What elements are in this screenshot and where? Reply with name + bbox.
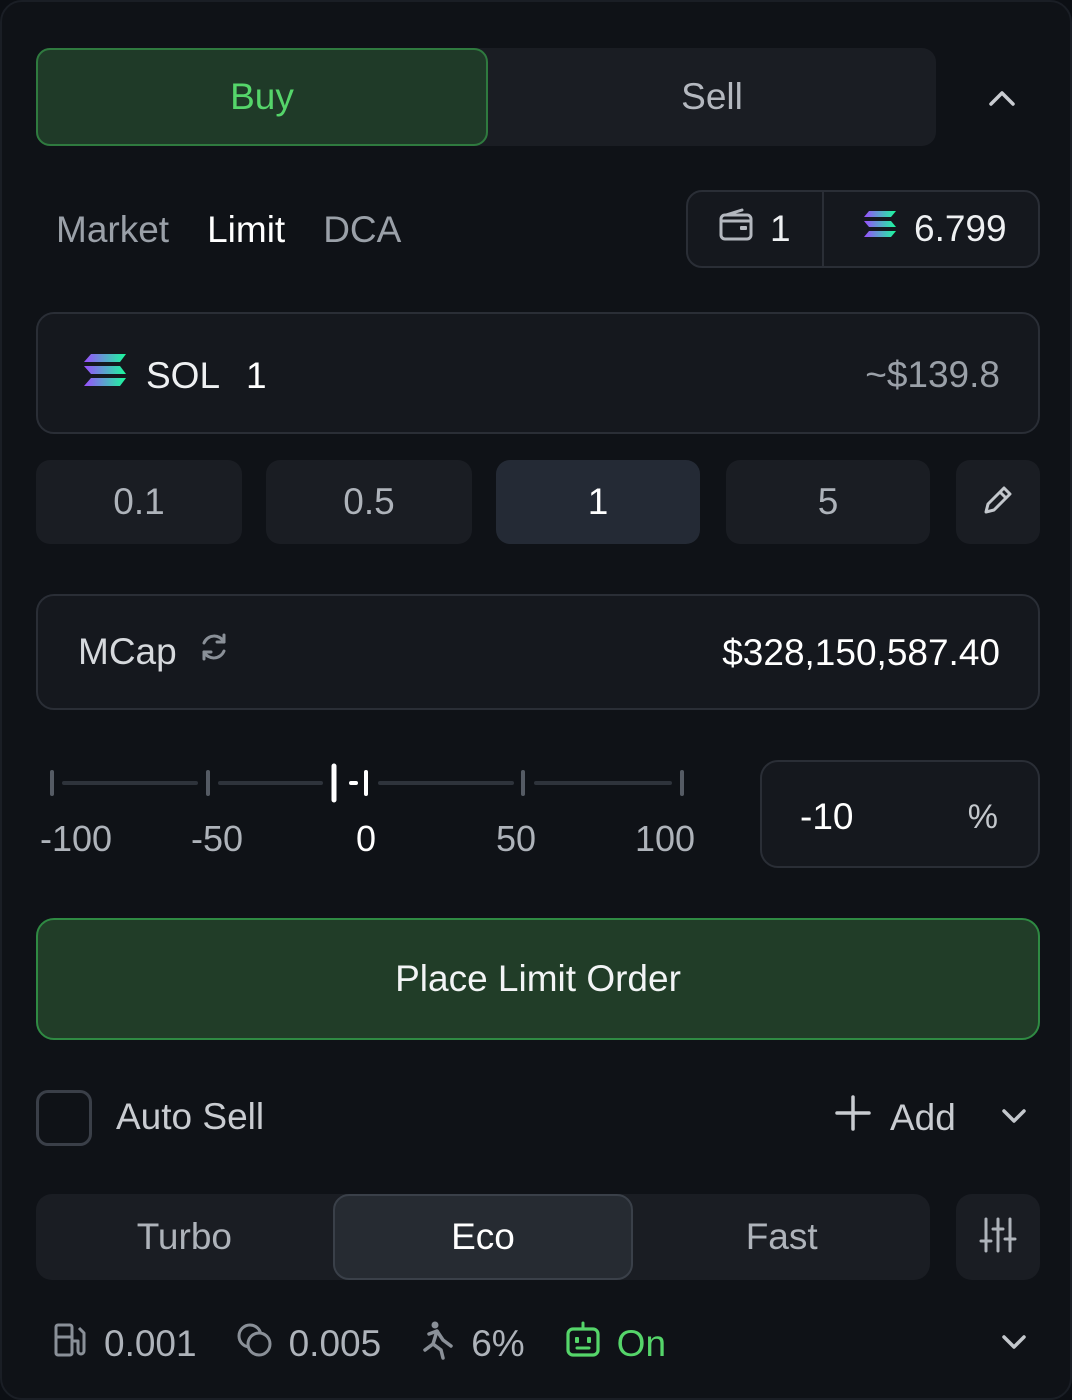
place-limit-order-button[interactable]: Place Limit Order — [36, 918, 1040, 1040]
add-auto-sell-button[interactable]: Add — [834, 1094, 956, 1141]
preset-amount-button[interactable]: 0.5 — [266, 460, 472, 544]
slippage-icon — [419, 1320, 457, 1369]
slider-tick-label: 0 — [355, 818, 377, 859]
gas-pump-icon — [52, 1321, 90, 1368]
chevron-down-icon[interactable] — [992, 1094, 1036, 1138]
order-type-tabs: Market Limit DCA — [56, 202, 401, 258]
speed-turbo-button[interactable]: Turbo — [36, 1194, 333, 1280]
auto-sell-checkbox[interactable] — [36, 1090, 92, 1146]
percent-value[interactable]: -10 — [800, 796, 853, 838]
mcap-label: MCap — [78, 630, 177, 672]
slippage-value: 6% — [471, 1323, 525, 1364]
slider-tick-label: 100 — [634, 818, 696, 859]
trade-settings-button[interactable] — [956, 1194, 1040, 1280]
tab-limit[interactable]: Limit — [207, 209, 285, 251]
wallet-count[interactable]: 1 — [688, 192, 824, 266]
refresh-icon[interactable] — [197, 630, 231, 673]
priority-fee-value: 0.005 — [288, 1323, 382, 1364]
amount-token: SOL 1 — [82, 352, 267, 399]
token-symbol: SOL — [146, 354, 221, 396]
solana-icon — [82, 352, 128, 399]
preset-amount-button[interactable]: 5 — [726, 460, 930, 544]
auto-sell-label: Auto Sell — [116, 1096, 265, 1137]
mev-protection: On — [563, 1321, 666, 1368]
slider-track[interactable] — [36, 762, 706, 812]
slider-tick-label: -50 — [190, 818, 244, 859]
speed-fast-button[interactable]: Fast — [633, 1194, 930, 1280]
add-label: Add — [890, 1096, 956, 1138]
tab-dca[interactable]: DCA — [323, 209, 401, 251]
sol-balance-value: 6.799 — [914, 208, 1007, 249]
amount-input[interactable]: SOL 1 ~$139.8 — [36, 312, 1040, 434]
pencil-icon — [980, 482, 1016, 523]
percent-unit: % — [967, 798, 998, 836]
buy-sell-toggle: Buy Sell — [36, 48, 936, 146]
preset-amount-button[interactable]: 0.1 — [36, 460, 242, 544]
wallet-count-label: 1 — [770, 208, 791, 249]
solana-icon — [862, 208, 898, 250]
chevron-up-icon[interactable] — [980, 76, 1024, 120]
gas-fee-value: 0.001 — [104, 1323, 197, 1364]
speed-toggle: Turbo Eco Fast — [36, 1194, 930, 1280]
slider-tick-label: 50 — [495, 818, 537, 859]
plus-icon — [834, 1094, 872, 1141]
buy-button[interactable]: Buy — [36, 48, 488, 146]
wallet-selector[interactable]: 1 6.799 — [686, 190, 1040, 268]
mcap-value[interactable]: $328,150,587.40 — [722, 632, 1000, 674]
trade-settings-summary: 0.001 0.005 6% On — [52, 1318, 704, 1370]
slippage: 6% — [419, 1320, 525, 1369]
edit-presets-button[interactable] — [956, 460, 1040, 544]
mev-status: On — [616, 1323, 667, 1364]
mcap-input[interactable]: MCap $328,150,587.40 — [36, 594, 1040, 710]
mcap-label-group: MCap — [78, 630, 231, 673]
chevron-down-icon[interactable] — [992, 1320, 1036, 1364]
amount-value[interactable]: 1 — [246, 355, 267, 397]
preset-amount-button[interactable]: 1 — [496, 460, 700, 544]
slider-tick-label: -100 — [39, 818, 113, 859]
percent-input[interactable]: -10 % — [760, 760, 1040, 868]
coins-icon — [235, 1321, 275, 1368]
robot-icon — [563, 1321, 603, 1368]
gas-fee: 0.001 — [52, 1321, 197, 1368]
trade-panel: Buy Sell Market Limit DCA 1 6.799 SOL 1 … — [0, 0, 1072, 1400]
speed-eco-button[interactable]: Eco — [332, 1194, 634, 1280]
amount-usd-value: ~$139.8 — [865, 354, 1000, 395]
tab-market[interactable]: Market — [56, 209, 169, 251]
priority-fee: 0.005 — [235, 1321, 382, 1368]
sol-balance: 6.799 — [824, 192, 1038, 266]
percent-slider[interactable]: -100 -50 0 50 100 — [36, 762, 706, 862]
sliders-icon — [978, 1215, 1018, 1260]
wallet-icon — [718, 208, 754, 251]
sell-button[interactable]: Sell — [488, 48, 936, 146]
